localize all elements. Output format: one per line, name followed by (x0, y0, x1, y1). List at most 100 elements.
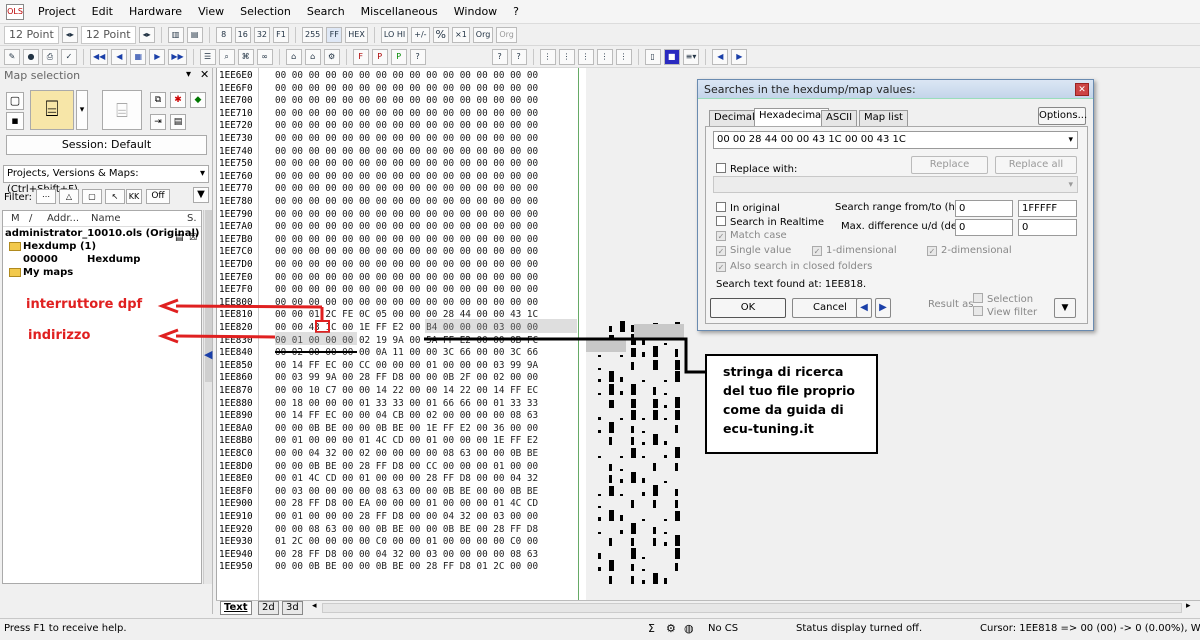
hex-row[interactable]: 1EE930 01 2C 00 00 00 00 C0 00 00 01 00 0… (217, 536, 586, 549)
more-options-icon[interactable]: ▼ (1054, 298, 1076, 318)
replace-with-checkbox[interactable]: Replace with: (716, 163, 797, 176)
single-value-checkbox[interactable]: ✓ Single value (716, 245, 791, 257)
maxdiff-up-input[interactable]: 0 (955, 219, 1013, 236)
replace-button[interactable]: Replace (911, 156, 988, 174)
byte-graphic-mark (664, 404, 667, 408)
byte-graphic-mark (598, 506, 601, 509)
byte-graphic-mark (609, 463, 612, 471)
hex-bytes[interactable]: 00 03 00 00 00 00 08 63 00 00 0B BE 00 0… (275, 486, 538, 499)
selection-checkbox[interactable]: Selection (973, 293, 1033, 306)
hex-address: 1EE900 (219, 498, 253, 510)
hex-row[interactable]: 1EE910 00 01 00 00 00 28 FF D8 00 00 04 3… (217, 511, 586, 524)
hex-bytes[interactable]: 00 14 FF EC 00 00 04 CB 00 02 00 00 00 0… (275, 410, 538, 423)
status-display: Status display turned off. (796, 623, 923, 634)
view-filter-checkbox[interactable]: View filter (973, 306, 1037, 319)
callout-line-4: ecu-tuning.it (723, 421, 814, 436)
hex-row[interactable]: 1EE8F0 00 03 00 00 00 00 08 63 00 00 0B B… (217, 486, 586, 499)
ok-button[interactable]: OK (710, 298, 786, 318)
range-from-input[interactable]: 0 (955, 200, 1013, 217)
closed-folders-checkbox[interactable]: ✓ Also search in closed folders (716, 261, 872, 273)
hex-address: 1EE890 (219, 410, 253, 422)
tab-ascii[interactable]: ASCII (821, 110, 858, 126)
scroll-right-icon[interactable]: ▸ (1186, 601, 1191, 611)
match-case-label: Match case (730, 230, 787, 241)
byte-graphic-mark (631, 547, 636, 559)
hex-row[interactable]: 1EE8E0 00 01 4C CD 00 01 00 00 00 28 FF D… (217, 473, 586, 486)
search-input[interactable]: 00 00 28 44 00 00 43 1C 00 00 43 1C ▾ (713, 131, 1078, 149)
range-to-input[interactable]: 1FFFFF (1018, 200, 1077, 217)
hex-row[interactable]: 1EE8D0 00 00 0B BE 00 28 FF D8 00 CC 00 0… (217, 461, 586, 474)
hex-row[interactable]: 1EE8B0 00 01 00 00 00 01 4C CD 00 01 00 0… (217, 435, 586, 448)
hex-bytes[interactable]: 00 00 0B BE 00 00 0B BE 00 1E FF E2 00 3… (275, 423, 538, 436)
status-bar: Press F1 to receive help. Σ ⚙ ◍ No CS St… (0, 618, 1200, 640)
search-next-icon[interactable]: ▶ (875, 298, 891, 318)
tab-hexadecimal[interactable]: Hexadecimal (754, 108, 829, 126)
one-dimensional-checkbox[interactable]: ✓ 1-dimensional (812, 245, 897, 257)
address-annotation: indirizzo (28, 328, 91, 343)
byte-graphic-mark (675, 488, 678, 496)
hex-bytes[interactable]: 00 00 0B BE 00 00 0B BE 00 28 FF D8 01 2… (275, 561, 538, 574)
byte-graphic-mark (609, 538, 612, 547)
tab-2d[interactable]: 2d (258, 601, 279, 615)
tab-3d[interactable]: 3d (282, 601, 303, 615)
match-case-checkbox[interactable]: ✓ Match case (716, 230, 787, 242)
replace-input[interactable]: ▾ (713, 176, 1078, 193)
dpf-arrow-line (175, 304, 323, 309)
hex-address: 1EE8F0 (219, 485, 253, 497)
hex-row[interactable]: 1EE900 00 28 FF D8 00 EA 00 00 00 01 00 0… (217, 498, 586, 511)
callout-line-3: come da guida di (723, 402, 844, 417)
horizontal-scrollbar[interactable] (322, 603, 1182, 613)
hex-bytes[interactable]: 00 00 08 63 00 00 0B BE 00 00 0B BE 00 2… (275, 524, 538, 537)
scroll-left-icon[interactable]: ◂ (312, 601, 317, 611)
hex-bytes[interactable]: 00 01 00 00 00 01 4C CD 00 01 00 00 00 1… (275, 435, 538, 448)
search-realtime-checkbox[interactable]: Search in Realtime (716, 216, 824, 229)
search-realtime-label: Search in Realtime (730, 217, 824, 228)
byte-graphic-mark (609, 399, 614, 408)
byte-graphic-mark (598, 417, 601, 421)
in-original-checkbox[interactable]: In original (716, 202, 780, 215)
search-prev-icon[interactable]: ◀ (856, 298, 872, 318)
byte-graphic-mark (609, 560, 614, 572)
hex-bytes[interactable]: 00 28 FF D8 00 00 04 32 00 03 00 00 00 0… (275, 549, 538, 562)
nav-next-icon[interactable]: ▶ (731, 48, 748, 65)
dialog-close-icon[interactable]: ✕ (1075, 83, 1089, 96)
byte-graphic-mark (653, 500, 656, 509)
hex-row[interactable]: 1EE890 00 14 FF EC 00 00 04 CB 00 02 00 0… (217, 410, 586, 423)
byte-graphic-mark (653, 573, 658, 584)
replace-all-button[interactable]: Replace all (995, 156, 1077, 174)
byte-graphic-mark (598, 567, 601, 572)
two-dimensional-label: 2-dimensional (941, 245, 1012, 256)
byte-graphic-mark (642, 491, 645, 496)
hex-bytes[interactable]: 00 01 4C CD 00 01 00 00 00 28 FF D8 00 0… (275, 473, 538, 486)
tab-map-list[interactable]: Map list (859, 110, 908, 126)
hex-bytes[interactable]: 00 00 0B BE 00 28 FF D8 00 CC 00 00 00 0… (275, 461, 538, 474)
view-tabs-bar: Text 2d 3d ◂ ▸ (216, 600, 1200, 615)
two-dimensional-checkbox[interactable]: ✓ 2-dimensional (927, 245, 1012, 257)
options-button[interactable]: Options... (1038, 107, 1087, 125)
byte-graphic-mark (664, 441, 667, 446)
hex-row[interactable]: 1EE8A0 00 00 0B BE 00 00 0B BE 00 1E FF E… (217, 423, 586, 436)
hex-row[interactable]: 1EE8C0 00 00 04 32 00 02 00 00 00 00 08 6… (217, 448, 586, 461)
hex-bytes[interactable]: 00 00 04 32 00 02 00 00 00 00 08 63 00 0… (275, 448, 538, 461)
status-cursor: Cursor: 1EE818 => 00 (00) -> 0 (0.00%), … (980, 623, 1200, 634)
byte-graphic-mark (631, 472, 636, 484)
byte-graphic-mark (653, 526, 656, 534)
byte-graphic-mark (609, 485, 614, 496)
maxdiff-label: Max. difference u/d (dec) (841, 221, 967, 232)
hex-bytes[interactable]: 01 2C 00 00 00 00 C0 00 00 01 00 00 00 0… (275, 536, 538, 549)
hex-row[interactable]: 1EE950 00 00 0B BE 00 00 0B BE 00 28 FF D… (217, 561, 586, 574)
hex-bytes[interactable]: 00 28 FF D8 00 EA 00 00 00 01 00 00 00 0… (275, 498, 538, 511)
tab-text[interactable]: Text (220, 601, 252, 615)
hex-address: 1EE940 (219, 548, 253, 560)
byte-graphic-mark (642, 569, 645, 572)
byte-graphic-mark (664, 519, 667, 521)
byte-graphic-mark (631, 564, 634, 572)
hex-row[interactable]: 1EE940 00 28 FF D8 00 00 04 32 00 03 00 0… (217, 549, 586, 562)
hex-row[interactable]: 1EE920 00 00 08 63 00 00 0B BE 00 00 0B B… (217, 524, 586, 537)
byte-graphic-mark (664, 531, 667, 534)
view-filter-label: View filter (987, 307, 1038, 318)
globe-icon: ◍ (684, 622, 694, 635)
hex-address: 1EE930 (219, 536, 253, 548)
hex-bytes[interactable]: 00 01 00 00 00 28 FF D8 00 00 04 32 00 0… (275, 511, 538, 524)
maxdiff-down-input[interactable]: 0 (1018, 219, 1077, 236)
